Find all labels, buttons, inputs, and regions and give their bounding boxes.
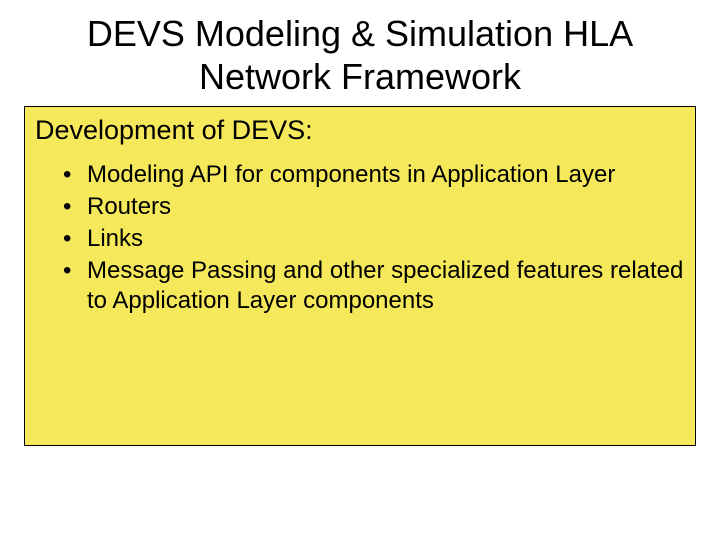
list-item: Links bbox=[63, 224, 685, 254]
slide-container: DEVS Modeling & Simulation HLA Network F… bbox=[0, 0, 720, 540]
content-box: Development of DEVS: Modeling API for co… bbox=[24, 106, 696, 446]
bullet-list: Modeling API for components in Applicati… bbox=[35, 160, 685, 316]
list-item: Modeling API for components in Applicati… bbox=[63, 160, 685, 190]
list-item: Message Passing and other specialized fe… bbox=[63, 256, 685, 316]
subtitle: Development of DEVS: bbox=[35, 115, 685, 146]
list-item: Routers bbox=[63, 192, 685, 222]
slide-title: DEVS Modeling & Simulation HLA Network F… bbox=[24, 12, 696, 98]
